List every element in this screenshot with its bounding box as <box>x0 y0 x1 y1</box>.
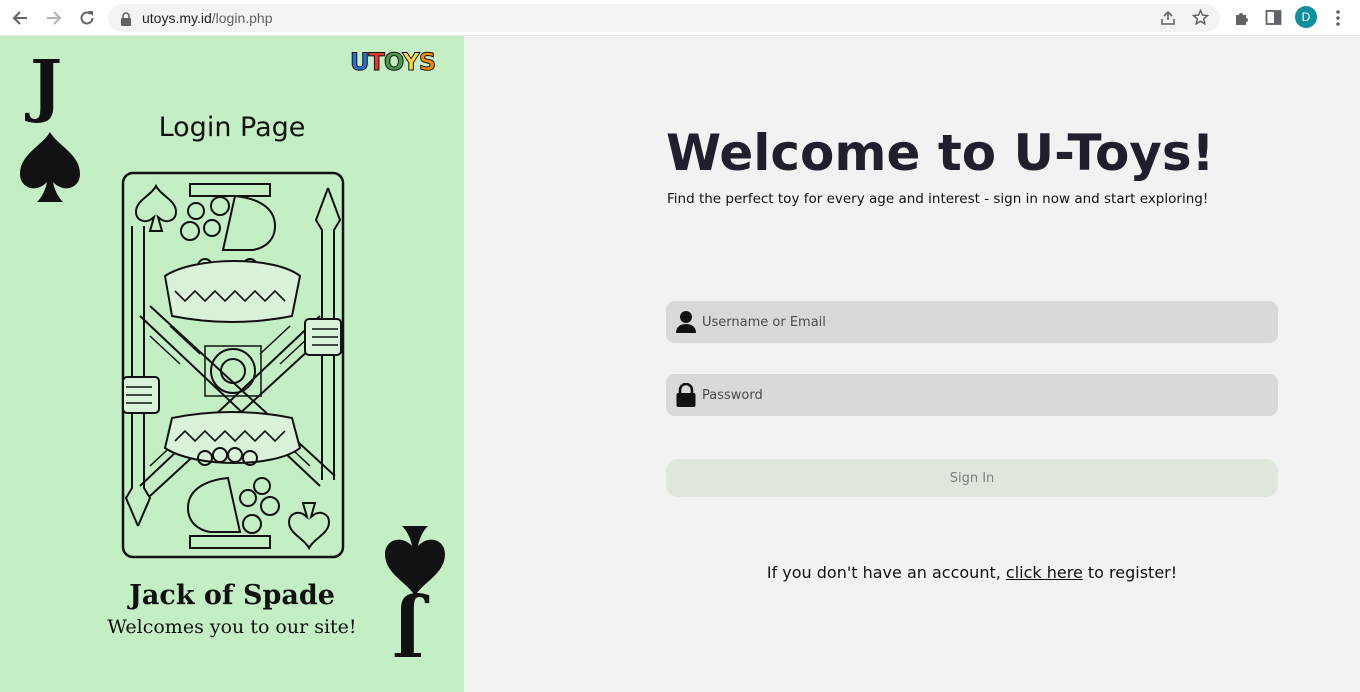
username-input[interactable] <box>702 301 1268 343</box>
forward-arrow-icon[interactable] <box>42 6 66 30</box>
utoys-logo: UTOYS <box>350 48 437 77</box>
login-page-title: Login Page <box>158 112 306 143</box>
register-prompt: If you don't have an account, click here… <box>666 563 1278 582</box>
reload-icon[interactable] <box>75 6 99 30</box>
share-icon[interactable] <box>1160 10 1176 30</box>
bookmark-star-icon[interactable] <box>1191 8 1210 30</box>
username-field[interactable] <box>666 301 1278 343</box>
padlock-icon <box>675 382 697 407</box>
address-bar[interactable]: utoys.my.id/login.php <box>108 4 1220 32</box>
back-arrow-icon[interactable] <box>8 6 32 30</box>
browser-toolbar: utoys.my.id/login.php D <box>0 0 1360 36</box>
extensions-puzzle-icon[interactable] <box>1233 9 1251 31</box>
register-suffix-text: to register! <box>1082 563 1178 582</box>
card-title: Jack of Spade <box>129 580 335 611</box>
card-corner-letter-top: J <box>30 46 63 126</box>
password-input[interactable] <box>702 374 1268 416</box>
welcome-heading: Welcome to U-Toys! <box>666 124 1215 182</box>
register-link[interactable]: click here <box>1006 563 1083 582</box>
left-panel: UTOYS J J Login Page Jack of Spade Welco… <box>0 36 464 692</box>
lock-icon <box>120 11 132 30</box>
side-panel-icon[interactable] <box>1265 9 1282 30</box>
password-field[interactable] <box>666 374 1278 416</box>
welcome-tagline: Find the perfect toy for every age and i… <box>667 191 1209 207</box>
profile-avatar[interactable]: D <box>1295 6 1317 28</box>
sign-in-button[interactable]: Sign In <box>666 459 1278 497</box>
register-prefix-text: If you don't have an account, <box>766 563 1006 582</box>
card-subtitle: Welcomes you to our site! <box>107 616 357 638</box>
menu-dots-icon[interactable] <box>1335 9 1341 31</box>
user-icon <box>675 310 697 334</box>
url-text: utoys.my.id/login.php <box>142 10 273 26</box>
